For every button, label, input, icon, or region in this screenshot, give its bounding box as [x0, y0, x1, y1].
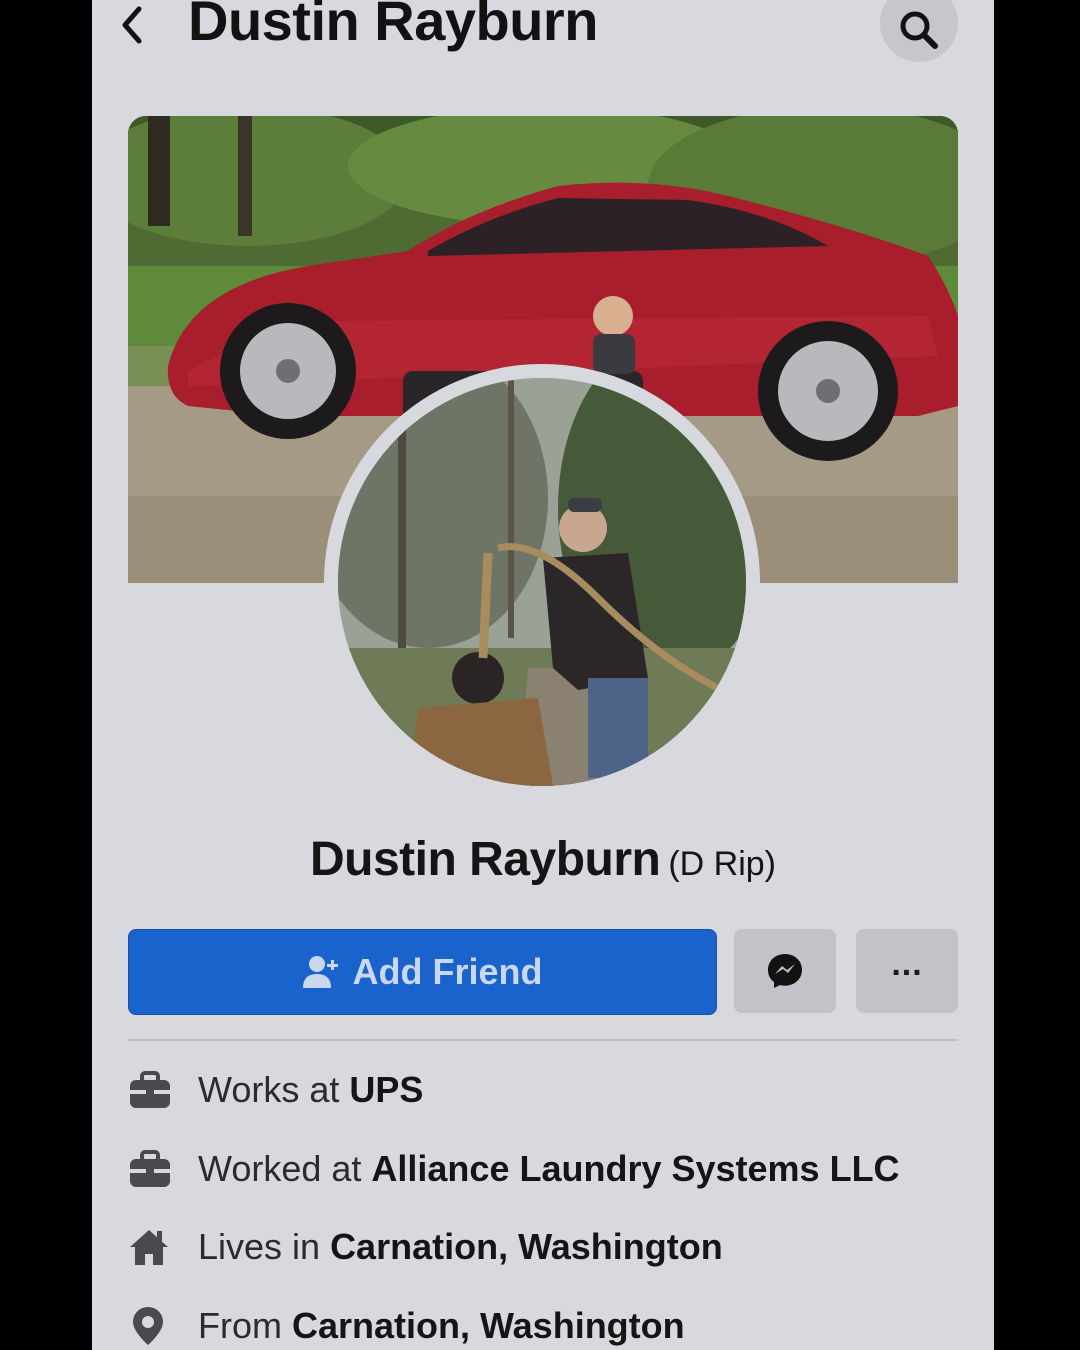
detail-value[interactable]: UPS [349, 1069, 423, 1111]
location-pin-icon [128, 1305, 198, 1347]
more-options-button[interactable]: ... [856, 929, 958, 1013]
messenger-button[interactable] [734, 929, 836, 1013]
detail-prefix: Worked at [198, 1148, 362, 1189]
briefcase-icon [128, 1149, 198, 1189]
profile-screen: Dustin Rayburn Dustin Rayburn (D Rip) Ad… [92, 0, 994, 1350]
chevron-left-icon [122, 6, 142, 44]
home-icon [128, 1227, 198, 1267]
add-friend-button[interactable]: Add Friend [128, 929, 717, 1015]
detail-row-from: From Carnation, Washington [128, 1298, 958, 1350]
detail-prefix: Lives in [198, 1226, 321, 1267]
top-bar: Dustin Rayburn [92, 0, 994, 70]
add-friend-label: Add Friend [352, 951, 543, 992]
search-button[interactable] [880, 0, 958, 62]
back-button[interactable] [114, 0, 150, 50]
detail-prefix: From [198, 1305, 282, 1346]
profile-nickname: (D Rip) [668, 845, 777, 883]
search-icon [900, 11, 938, 49]
detail-value[interactable]: Carnation, Washington [292, 1305, 685, 1347]
avatar[interactable] [338, 378, 746, 786]
detail-row-lives-in: Lives in Carnation, Washington [128, 1219, 958, 1275]
detail-row-past-work: Worked at Alliance Laundry Systems LLC [128, 1141, 958, 1197]
page-title: Dustin Rayburn [188, 0, 598, 52]
add-person-icon [302, 954, 339, 990]
messenger-icon [768, 954, 802, 988]
profile-name-text: Dustin Rayburn [309, 833, 661, 886]
profile-name: Dustin Rayburn (D Rip) [92, 832, 994, 887]
detail-value[interactable]: Carnation, Washington [330, 1226, 723, 1268]
briefcase-icon [128, 1070, 198, 1110]
detail-value[interactable]: Alliance Laundry Systems LLC [371, 1148, 899, 1190]
more-label: ... [891, 944, 923, 983]
detail-prefix: Works at [198, 1069, 340, 1110]
detail-row-work: Works at UPS [128, 1062, 958, 1118]
divider [128, 1039, 958, 1041]
